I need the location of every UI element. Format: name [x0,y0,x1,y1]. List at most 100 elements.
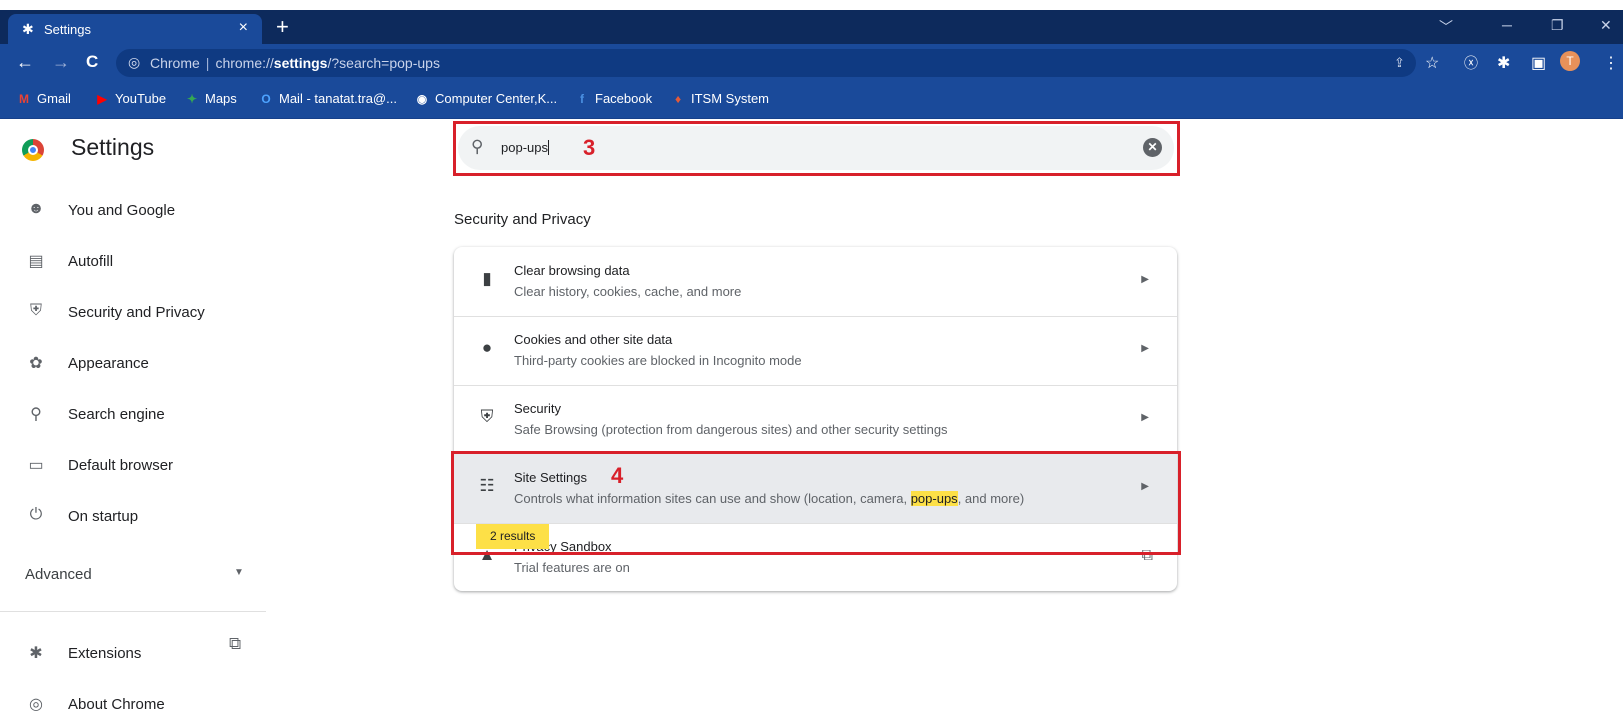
bookmark-computer-center[interactable]: ◉ Computer Center,K... [414,91,557,106]
person-icon: ☻ [27,200,45,217]
search-input[interactable]: pop-ups [501,140,549,155]
clipboard-icon: ▤ [28,253,44,270]
gmail-icon: M [19,92,29,106]
bookmark-facebook[interactable]: f Facebook [574,91,652,106]
row-title: Cookies and other site data [514,332,673,347]
search-icon: ⚲ [30,406,42,423]
puzzle-icon: ✱ [29,645,43,662]
url-host: settings [273,55,328,71]
bookmark-label: ITSM System [691,91,770,106]
row-clear-browsing-data[interactable]: ▮ Clear browsing data Clear history, coo… [454,247,1177,317]
settings-search-field[interactable]: ⚲ pop-ups ✕ [458,126,1174,170]
annotation-label-3: 3 [583,135,596,160]
sidebar-item-about-chrome[interactable]: ◎ About Chrome [0,686,265,726]
sidebar-item-default-browser[interactable]: ▭ Default browser [0,447,265,487]
back-button[interactable]: ← [16,52,34,73]
row-subtitle: Clear history, cookies, cache, and more [514,284,742,299]
sidebar-advanced[interactable]: Advanced [25,566,92,583]
row-site-settings[interactable]: ☷ Site Settings Controls what informatio… [454,454,1177,524]
open-in-new-icon[interactable]: ⧉ [229,634,241,654]
section-heading: Security and Privacy [454,211,591,228]
maps-icon: ✦ [186,92,198,106]
share-icon[interactable]: ⇪ [1394,55,1405,71]
results-card: ▮ Clear browsing data Clear history, coo… [454,247,1177,591]
gear-icon: ✱ [22,21,34,37]
tab-search-dropdown-icon[interactable]: ﹀ [1439,17,1453,37]
bookmark-mail[interactable]: O Mail - tanatat.tra@... [258,91,397,106]
cookie-icon: ● [481,338,493,357]
bookmark-label: Maps [205,91,237,106]
sidebar-item-label: On startup [68,508,139,525]
subtitle-part: Controls what information sites can use … [514,491,911,506]
sidebar-item-on-startup[interactable]: ⏻ On startup [0,498,265,538]
puzzle-icon[interactable]: ✱ [1497,53,1510,73]
top-strip [0,0,1623,10]
row-subtitle: Controls what information sites can use … [514,491,1024,506]
row-security[interactable]: ⛨ Security Safe Browsing (protection fro… [454,385,1177,455]
sidebar-item-extensions[interactable]: ✱ Extensions [0,635,265,675]
subtitle-part: , and more) [957,491,1025,506]
menu-icon[interactable]: ⋮ [1603,53,1619,73]
row-title: Site Settings [514,470,587,485]
text-caret [547,140,549,155]
profile-avatar[interactable]: T [1560,51,1580,71]
bookmark-gmail[interactable]: M Gmail [16,91,71,106]
star-icon[interactable]: ☆ [1425,53,1439,73]
sidebar-item-search-engine[interactable]: ⚲ Search engine [0,396,265,436]
url-path: /?search=pop-ups [327,55,440,71]
row-privacy-sandbox[interactable]: ▲ Privacy Sandbox Trial features are on … [454,523,1177,592]
bookmark-maps[interactable]: ✦ Maps [184,91,237,106]
chevron-right-icon: ▶ [1141,343,1149,354]
browser-window-icon: ▭ [28,457,44,474]
row-title: Clear browsing data [514,263,630,278]
chevron-right-icon: ▶ [1141,274,1149,285]
restore-button[interactable]: ❐ [1551,17,1564,34]
sidebar-item-label: Default browser [68,457,174,474]
sidebar-item-label: About Chrome [68,696,165,713]
row-cookies[interactable]: ● Cookies and other site data Third-part… [454,316,1177,386]
sidebar-item-label: Autofill [68,253,114,270]
forward-button[interactable]: → [52,52,70,73]
sidebar-item-label: Security and Privacy [68,304,205,321]
close-window-button[interactable]: ✕ [1600,17,1612,34]
reload-button[interactable]: C [86,52,98,72]
chrome-site-icon: ◎ [128,54,141,70]
bookmark-youtube[interactable]: ▶ YouTube [94,91,166,106]
clear-search-icon[interactable]: ✕ [1143,138,1162,157]
bookmark-itsm[interactable]: ♦ ITSM System [670,91,769,106]
bookmark-label: Facebook [595,91,653,106]
minimize-button[interactable]: ─ [1502,17,1512,33]
omnibox[interactable]: ◎ Chrome | chrome://settings/?search=pop-u… [116,49,1416,77]
sidebar-item-security-and-privacy[interactable]: ⛨ Security and Privacy [0,294,265,334]
chevron-right-icon: ▶ [1141,412,1149,423]
annotation-label-4: 4 [611,463,624,488]
bookmark-label: Gmail [37,91,71,106]
sidebar-item-appearance[interactable]: ✿ Appearance [0,345,265,385]
sidebar-divider [0,611,266,612]
sidebar-item-label: You and Google [68,202,176,219]
palette-icon: ✿ [29,355,43,372]
open-in-new-icon: ⧉ [1141,547,1153,564]
shield-icon: ⛨ [480,407,494,426]
sidepanel-icon[interactable]: ▣ [1531,53,1546,73]
chevron-down-icon[interactable]: ▼ [234,567,244,578]
tab-settings[interactable]: ✱ Settings × [8,14,262,44]
row-subtitle: Trial features are on [514,560,630,575]
new-tab-button[interactable]: + [276,14,289,40]
omnibox-text: Chrome | chrome://settings/?search=pop-ups [150,55,440,71]
search-highlight: pop-ups [910,491,958,506]
address-toolbar: ← → C ◎ Chrome | chrome://settings/?search… [0,44,1623,82]
site-label: Chrome [150,55,200,71]
tab-bar: ✱ Settings × + ﹀ ─ ❐ ✕ [0,10,1623,44]
shield-icon: ⛨ [29,302,42,319]
tab-close-button[interactable]: × [239,19,248,37]
power-icon: ⏻ [29,506,43,523]
bookmark-label: YouTube [115,91,167,106]
sidebar-item-you-and-google[interactable]: ☻ You and Google [0,192,265,232]
sidebar-item-label: Search engine [68,406,165,423]
globe-icon: ◉ [416,92,428,106]
chrome-logo-icon [22,139,44,161]
sidebar-item-autofill[interactable]: ▤ Autofill [0,243,265,283]
row-title: Security [514,401,561,416]
extension-x-icon[interactable]: ⓧ [1464,53,1478,73]
